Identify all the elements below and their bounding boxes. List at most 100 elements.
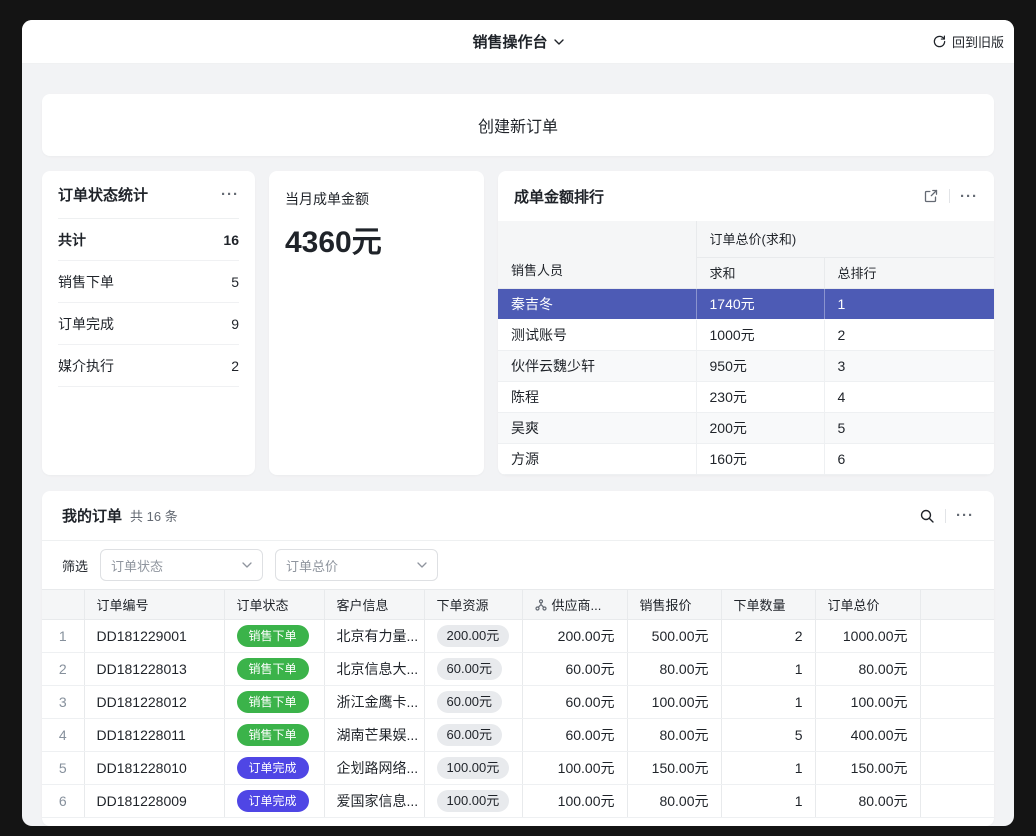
more-icon[interactable]: ··· — [956, 508, 974, 523]
table-row[interactable]: 1 DD181229001 销售下单 北京有力量... 200.00元 200.… — [42, 620, 994, 653]
export-icon[interactable] — [923, 188, 939, 204]
quantity: 1 — [721, 653, 815, 686]
app-window: 销售操作台 回到旧版 创建新订单 订单状态统计 — [22, 20, 1014, 826]
stat-row-order-complete[interactable]: 订单完成 9 — [58, 303, 239, 345]
customer: 爱国家信息... — [324, 785, 424, 818]
order-total: 150.00元 — [815, 752, 920, 785]
spacer-cell — [920, 620, 994, 653]
status-badge: 订单完成 — [237, 757, 309, 779]
more-icon[interactable]: ··· — [960, 189, 978, 204]
order-total-filter[interactable]: 订单总价 — [275, 549, 438, 581]
divider — [945, 509, 946, 523]
col-spacer — [920, 590, 994, 620]
stat-row-media-exec[interactable]: 媒介执行 2 — [58, 345, 239, 387]
col-order-no: 订单编号 — [84, 590, 224, 620]
stat-value: 5 — [231, 274, 239, 290]
stat-value: 16 — [223, 232, 239, 248]
row-index: 4 — [42, 719, 84, 752]
create-order-button[interactable]: 创建新订单 — [42, 94, 994, 156]
ranking-sum: 230元 — [696, 381, 824, 412]
workspace-switcher[interactable]: 销售操作台 — [472, 31, 563, 52]
row-index: 3 — [42, 686, 84, 719]
supplier-price: 60.00元 — [522, 653, 627, 686]
order-status-filter[interactable]: 订单状态 — [100, 549, 263, 581]
chevron-down-icon — [417, 562, 427, 568]
ranking-person: 吴爽 — [498, 412, 696, 443]
row-index: 6 — [42, 785, 84, 818]
ranking-rank: 5 — [824, 412, 994, 443]
ranking-row[interactable]: 方源 160元 6 — [498, 443, 994, 474]
stats-row: 订单状态统计 ··· 共计 16 销售下单 5 订单完成 9 媒介执行 2 — [42, 171, 994, 475]
restore-label: 回到旧版 — [952, 32, 1004, 51]
col-rank: 总排行 — [824, 257, 994, 288]
supplier-price: 200.00元 — [522, 620, 627, 653]
sales-quote: 100.00元 — [627, 686, 721, 719]
dashboard-content: 创建新订单 订单状态统计 ··· 共计 16 销售下单 5 订单完成 — [22, 64, 1014, 826]
quantity: 1 — [721, 752, 815, 785]
order-total: 80.00元 — [815, 785, 920, 818]
spacer-cell — [920, 785, 994, 818]
ranking-person: 测试账号 — [498, 319, 696, 350]
status-badge: 销售下单 — [237, 625, 309, 647]
orders-count: 共 16 条 — [130, 506, 178, 525]
col-salesperson: 销售人员 — [498, 221, 696, 288]
stat-row-sales-order[interactable]: 销售下单 5 — [58, 261, 239, 303]
quantity: 1 — [721, 785, 815, 818]
chevron-down-icon — [554, 39, 564, 45]
order-total: 400.00元 — [815, 719, 920, 752]
col-supplier-label: 供应商... — [552, 595, 602, 614]
ranking-row[interactable]: 测试账号 1000元 2 — [498, 319, 994, 350]
page-title: 销售操作台 — [472, 31, 547, 52]
ranking-sum: 160元 — [696, 443, 824, 474]
spacer-cell — [920, 719, 994, 752]
stat-row-total[interactable]: 共计 16 — [58, 219, 239, 261]
status-badge: 销售下单 — [237, 658, 309, 680]
row-index: 2 — [42, 653, 84, 686]
customer: 湖南芒果娱... — [324, 719, 424, 752]
ranking-sum: 1740元 — [696, 288, 824, 319]
relation-icon — [535, 599, 547, 611]
spacer-cell — [920, 686, 994, 719]
stat-label: 销售下单 — [58, 272, 114, 292]
supplier-price: 100.00元 — [522, 752, 627, 785]
table-row[interactable]: 4 DD181228011 销售下单 湖南芒果娱... 60.00元 60.00… — [42, 719, 994, 752]
resource-tag: 100.00元 — [437, 757, 510, 779]
ranking-person: 秦吉冬 — [498, 288, 696, 319]
ranking-row[interactable]: 伙伴云魏少轩 950元 3 — [498, 350, 994, 381]
ranking-rank: 4 — [824, 381, 994, 412]
stats-card-title: 订单状态统计 — [58, 184, 148, 205]
ranking-person: 方源 — [498, 443, 696, 474]
divider — [949, 189, 950, 203]
table-row[interactable]: 3 DD181228012 销售下单 浙江金鹰卡... 60.00元 60.00… — [42, 686, 994, 719]
ranking-sum: 1000元 — [696, 319, 824, 350]
ranking-row[interactable]: 陈程 230元 4 — [498, 381, 994, 412]
sales-quote: 80.00元 — [627, 719, 721, 752]
ranking-sum: 950元 — [696, 350, 824, 381]
ranking-rank: 6 — [824, 443, 994, 474]
ranking-row[interactable]: 秦吉冬 1740元 1 — [498, 288, 994, 319]
filter-label: 筛选 — [62, 556, 88, 575]
supplier-price: 100.00元 — [522, 785, 627, 818]
order-no: DD181228013 — [84, 653, 224, 686]
resource-tag: 60.00元 — [437, 691, 503, 713]
ranking-rank: 2 — [824, 319, 994, 350]
table-row[interactable]: 2 DD181228013 销售下单 北京信息大... 60.00元 60.00… — [42, 653, 994, 686]
table-row[interactable]: 6 DD181228009 订单完成 爱国家信息... 100.00元 100.… — [42, 785, 994, 818]
customer: 北京有力量... — [324, 620, 424, 653]
col-total: 订单总价 — [815, 590, 920, 620]
table-row[interactable]: 5 DD181228010 订单完成 企划路网络... 100.00元 100.… — [42, 752, 994, 785]
quantity: 2 — [721, 620, 815, 653]
resource-tag: 60.00元 — [437, 658, 503, 680]
ranking-header-row: 销售人员 订单总价(求和) — [498, 221, 994, 257]
restore-old-version-button[interactable]: 回到旧版 — [932, 20, 1004, 63]
row-index: 1 — [42, 620, 84, 653]
order-no: DD181228009 — [84, 785, 224, 818]
status-badge: 订单完成 — [237, 790, 309, 812]
more-icon[interactable]: ··· — [221, 187, 239, 202]
month-amount-title: 当月成单金额 — [285, 189, 468, 209]
ranking-row[interactable]: 吴爽 200元 5 — [498, 412, 994, 443]
filter-row: 筛选 订单状态 订单总价 — [42, 541, 994, 589]
sales-quote: 80.00元 — [627, 653, 721, 686]
restore-icon — [932, 34, 947, 49]
search-icon[interactable] — [919, 508, 935, 524]
